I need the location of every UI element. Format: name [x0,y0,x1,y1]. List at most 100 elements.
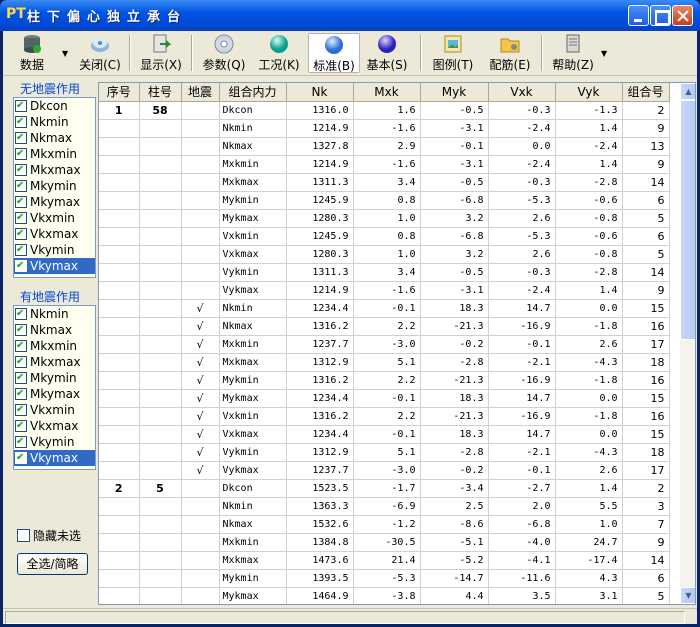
scroll-down-icon[interactable]: ▼ [680,587,695,604]
title-bar[interactable]: PT 柱下偏心独立承台 [0,0,700,31]
table-row[interactable]: Mykmax 1464.9 -3.8 4.4 3.5 3.1 5 [99,587,670,604]
column-header[interactable]: 组合内力 [219,83,287,102]
legend-button[interactable]: 图例(T) [428,33,478,73]
table-cell: 3 [622,497,670,516]
table-cell: 2.9 [353,137,421,156]
filter-checkbox-vkymax[interactable]: Vkymax [14,258,95,274]
filter-checkbox-mkxmin[interactable]: Mkxmin [14,146,95,162]
table-row[interactable]: √ Mxkmin 1237.7 -3.0 -0.2 -0.1 2.6 17 [99,335,670,354]
table-cell: -3.1 [420,119,489,138]
table-cell [99,569,140,588]
table-row[interactable]: Mykmin 1393.5 -5.3 -14.7 -11.6 4.3 6 [99,569,670,588]
hide-unselected-checkbox[interactable]: 隐藏未选 [17,528,81,544]
table-row[interactable]: Mxkmin 1214.9 -1.6 -3.1 -2.4 1.4 9 [99,155,670,174]
filter-checkbox-nkmax[interactable]: Nkmax [14,322,95,338]
table-row[interactable]: √ Mykmin 1316.2 2.2 -21.3 -16.9 -1.8 16 [99,371,670,390]
column-header[interactable]: 组合号 [622,83,670,102]
table-cell: 18 [622,443,670,462]
select-all-button[interactable]: 全选/简略 [17,553,88,575]
filter-checkbox-vkymin[interactable]: Vkymin [14,242,95,258]
checkbox-icon [15,194,27,210]
table-row[interactable]: Nkmin 1363.3 -6.9 2.5 2.0 5.5 3 [99,497,670,516]
table-cell: -1.6 [353,155,421,174]
help-button[interactable]: 帮助(Z) [548,33,598,73]
table-row[interactable]: Vxkmin 1245.9 0.8 -6.8 -5.3 -0.6 6 [99,227,670,246]
table-row[interactable]: Vykmin 1311.3 3.4 -0.5 -0.3 -2.8 14 [99,263,670,282]
filter-checkbox-dkcon[interactable]: Dkcon [14,98,95,114]
column-header[interactable]: 序号 [99,83,140,102]
table-row[interactable]: Mykmin 1245.9 0.8 -6.8 -5.3 -0.6 6 [99,191,670,210]
scroll-up-icon[interactable]: ▲ [680,83,695,100]
column-header[interactable]: Mxk [353,83,421,102]
display-button[interactable]: 显示(X) [137,33,185,73]
filter-checkbox-nkmax[interactable]: Nkmax [14,130,95,146]
table-cell: -2.8 [420,443,489,462]
column-header[interactable]: Vxk [488,83,556,102]
table-row[interactable]: Nkmin 1214.9 -1.6 -3.1 -2.4 1.4 9 [99,119,670,138]
params-button[interactable]: 参数(Q) [200,33,248,73]
column-header[interactable]: Nk [286,83,354,102]
table-cell: 1311.3 [286,173,354,192]
table-cell: -2.4 [488,119,556,138]
filter-checkbox-mkymin[interactable]: Mkymin [14,370,95,386]
filter-checkbox-mkxmax[interactable]: Mkxmax [14,354,95,370]
table-row[interactable]: √ Mxkmax 1312.9 5.1 -2.8 -2.1 -4.3 18 [99,353,670,372]
table-row[interactable]: √ Nkmin 1234.4 -0.1 18.3 14.7 0.0 15 [99,299,670,318]
filter-checkbox-nkmin[interactable]: Nkmin [14,114,95,130]
table-row[interactable]: Vykmax 1214.9 -1.6 -3.1 -2.4 1.4 9 [99,281,670,300]
results-table: 序号 柱号 地震 组合内力 Nk Mxk Myk Vxk Vyk 组合号 1 58 Dkcon 1316… [98,82,696,605]
minimize-button[interactable] [628,5,649,26]
filter-checkbox-mkymin[interactable]: Mkymin [14,178,95,194]
data-dropdown-icon[interactable]: ▼ [62,49,68,58]
table-row[interactable]: Vxkmax 1280.3 1.0 3.2 2.6 -0.8 5 [99,245,670,264]
table-row[interactable]: Mxkmax 1311.3 3.4 -0.5 -0.3 -2.8 14 [99,173,670,192]
filter-checkbox-mkymax[interactable]: Mkymax [14,194,95,210]
table-row[interactable]: 1 58 Dkcon 1316.0 1.6 -0.5 -0.3 -1.3 2 [99,101,670,120]
column-header[interactable]: 柱号 [139,83,182,102]
table-row[interactable]: 2 5 Dkcon 1523.5 -1.7 -3.4 -2.7 1.4 2 [99,479,670,498]
table-cell [181,497,220,516]
table-cell [99,407,140,426]
reinforcement-button[interactable]: 配筋(E) [485,33,535,73]
vertical-scrollbar[interactable]: ▲ ▼ [679,83,695,604]
column-header[interactable]: Vyk [555,83,623,102]
data-button[interactable]: 数据 [15,33,49,73]
workcase-button[interactable]: 工况(K) [256,33,302,73]
table-cell: 9 [622,155,670,174]
table-row[interactable]: √ Vxkmin 1316.2 2.2 -21.3 -16.9 -1.8 16 [99,407,670,426]
table-cell [99,299,140,318]
filter-checkbox-nkmin[interactable]: Nkmin [14,306,95,322]
standard-button[interactable]: 标准(B) [308,33,360,73]
filter-checkbox-vkxmin[interactable]: Vkxmin [14,402,95,418]
table-row[interactable]: √ Mykmax 1234.4 -0.1 18.3 14.7 0.0 15 [99,389,670,408]
table-row[interactable]: Mykmax 1280.3 1.0 3.2 2.6 -0.8 5 [99,209,670,228]
filter-checkbox-mkxmax[interactable]: Mkxmax [14,162,95,178]
basic-button[interactable]: 基本(S) [364,33,410,73]
close-button[interactable]: 关闭(C) [77,33,123,73]
table-cell [181,551,220,570]
filter-checkbox-vkxmax[interactable]: Vkxmax [14,418,95,434]
filter-checkbox-mkxmin[interactable]: Mkxmin [14,338,95,354]
table-row[interactable]: Mxkmin 1384.8 -30.5 -5.1 -4.0 24.7 9 [99,533,670,552]
column-header[interactable]: 地震 [181,83,220,102]
maximize-button[interactable] [650,5,671,26]
filter-checkbox-vkxmin[interactable]: Vkxmin [14,210,95,226]
table-cell [99,155,140,174]
filter-checkbox-vkymax[interactable]: Vkymax [14,450,95,466]
table-row[interactable]: Nkmax 1327.8 2.9 -0.1 0.0 -2.4 13 [99,137,670,156]
help-dropdown-icon[interactable]: ▼ [601,49,607,58]
table-row[interactable]: √ Vxkmax 1234.4 -0.1 18.3 14.7 0.0 15 [99,425,670,444]
table-row[interactable]: √ Vykmax 1237.7 -3.0 -0.2 -0.1 2.6 17 [99,461,670,480]
filter-checkbox-mkymax[interactable]: Mkymax [14,386,95,402]
table-row[interactable]: Nkmax 1532.6 -1.2 -8.6 -6.8 1.0 7 [99,515,670,534]
toolbar-separator [129,35,131,71]
table-row[interactable]: Mxkmax 1473.6 21.4 -5.2 -4.1 -17.4 14 [99,551,670,570]
filter-checkbox-vkxmax[interactable]: Vkxmax [14,226,95,242]
table-row[interactable]: √ Nkmax 1316.2 2.2 -21.3 -16.9 -1.8 16 [99,317,670,336]
table-row[interactable]: √ Vykmin 1312.9 5.1 -2.8 -2.1 -4.3 18 [99,443,670,462]
close-window-button[interactable] [672,5,693,26]
scroll-thumb[interactable] [680,100,695,340]
column-header[interactable]: Myk [420,83,489,102]
filter-checkbox-vkymin[interactable]: Vkymin [14,434,95,450]
table-cell: -1.8 [555,317,623,336]
